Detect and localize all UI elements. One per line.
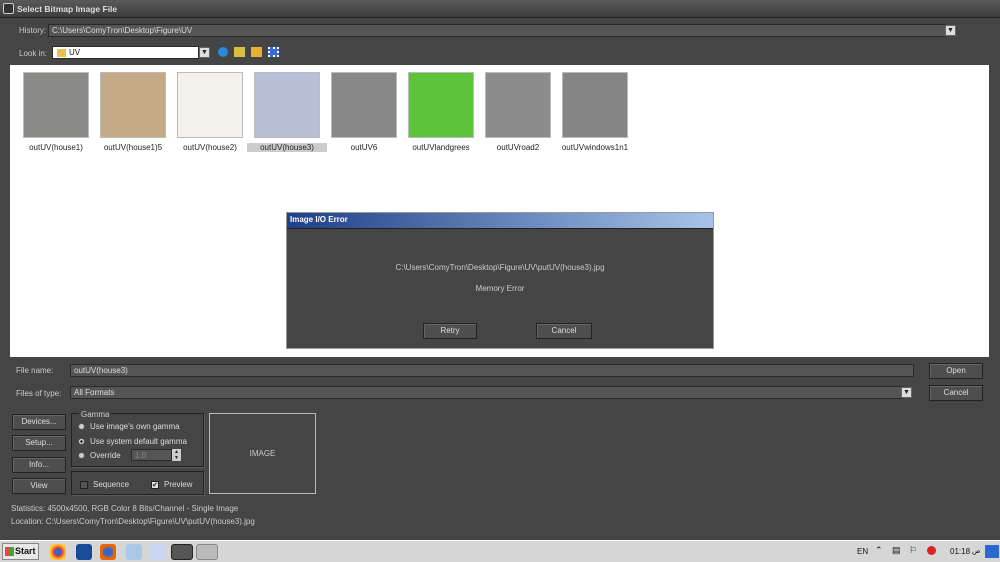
file-thumbnail[interactable] bbox=[254, 72, 320, 138]
preview-checkbox[interactable]: ✔ Preview bbox=[151, 480, 192, 489]
start-label: Start bbox=[15, 546, 36, 556]
retry-button[interactable]: Retry bbox=[423, 323, 477, 339]
file-thumbnail[interactable] bbox=[485, 72, 551, 138]
app-taskbar-icon[interactable] bbox=[196, 544, 218, 560]
taskbar: Start EN ⌃ ▤ ⚐ 01:18 ص bbox=[0, 540, 1000, 562]
back-icon[interactable] bbox=[218, 47, 228, 57]
notes-icon[interactable] bbox=[126, 544, 142, 560]
calculator-icon[interactable] bbox=[150, 544, 166, 560]
filetype-label: Files of type: bbox=[16, 389, 62, 398]
file-thumbnail[interactable] bbox=[408, 72, 474, 138]
gamma-override-input[interactable]: 1.0 bbox=[131, 449, 172, 461]
firefox-icon[interactable] bbox=[100, 544, 116, 560]
file-name-label[interactable]: outUV(house1) bbox=[16, 143, 96, 152]
chrome-icon[interactable] bbox=[50, 544, 66, 560]
error-path: C:\Users\ComyTron\Desktop\Figure\UV\putU… bbox=[395, 263, 605, 272]
error-dialog: Image I/O Error C:\Users\ComyTron\Deskto… bbox=[286, 212, 714, 349]
show-desktop-button[interactable] bbox=[985, 545, 999, 558]
history-field[interactable]: C:\Users\ComyTron\Desktop\Figure\UV bbox=[48, 24, 946, 37]
setup-button[interactable]: Setup... bbox=[12, 435, 66, 451]
new-folder-icon[interactable] bbox=[251, 47, 262, 57]
file-name-label[interactable]: outUV(house3) bbox=[247, 143, 327, 152]
windows-logo-icon bbox=[5, 547, 14, 556]
gamma-title: Gamma bbox=[79, 410, 112, 419]
cancel-button[interactable]: Cancel bbox=[929, 385, 983, 401]
file-name-label[interactable]: outUVroad2 bbox=[478, 143, 558, 152]
gamma-spinner[interactable]: ▲ ▼ bbox=[172, 449, 181, 461]
gamma-system-radio[interactable]: Use system default gamma bbox=[78, 437, 187, 446]
open-button[interactable]: Open bbox=[929, 363, 983, 379]
sequence-label: Sequence bbox=[93, 480, 130, 489]
start-button[interactable]: Start bbox=[2, 543, 39, 560]
file-thumbnail[interactable] bbox=[562, 72, 628, 138]
file-name-label[interactable]: outUVlandgrees bbox=[401, 143, 481, 152]
network-icon[interactable]: ▤ bbox=[892, 545, 901, 556]
filetype-select[interactable]: All Formats bbox=[70, 386, 902, 399]
history-dropdown-button[interactable]: ▼ bbox=[945, 25, 956, 36]
file-thumbnail[interactable] bbox=[100, 72, 166, 138]
file-thumbnail[interactable] bbox=[331, 72, 397, 138]
history-label: History: bbox=[19, 26, 47, 35]
gamma-own-radio[interactable]: Use image's own gamma bbox=[78, 422, 180, 431]
location-text: Location: C:\Users\ComyTron\Desktop\Figu… bbox=[11, 517, 255, 526]
show-hidden-icons[interactable]: ⌃ bbox=[875, 545, 883, 556]
view-menu-icon[interactable] bbox=[268, 47, 279, 57]
clock-time[interactable]: 01:18 bbox=[950, 547, 970, 556]
file-thumbnail[interactable] bbox=[23, 72, 89, 138]
3dsmax-taskbar-icon[interactable] bbox=[171, 544, 193, 560]
error-message: Memory Error bbox=[475, 284, 525, 293]
devices-button[interactable]: Devices... bbox=[12, 414, 66, 430]
title-bar: Select Bitmap Image File bbox=[0, 0, 1000, 18]
gamma-group: Gamma Use image's own gamma Use system d… bbox=[71, 410, 204, 467]
app-icon bbox=[3, 3, 14, 14]
filename-field[interactable]: outUV(house3) bbox=[70, 364, 914, 377]
flag-icon[interactable]: ⚐ bbox=[909, 545, 917, 556]
up-folder-icon[interactable] bbox=[234, 47, 245, 57]
lookin-field[interactable]: UV bbox=[52, 46, 199, 59]
lookin-dropdown-button[interactable]: ▼ bbox=[199, 47, 210, 58]
lookin-value: UV bbox=[69, 48, 81, 57]
sequence-group: Sequence ✔ Preview bbox=[71, 471, 204, 495]
gamma-own-label: Use image's own gamma bbox=[90, 422, 180, 431]
info-button[interactable]: Info... bbox=[12, 457, 66, 473]
volume-muted-icon[interactable] bbox=[927, 546, 936, 555]
filetype-dropdown-button[interactable]: ▼ bbox=[901, 387, 912, 398]
preview-label: Preview bbox=[164, 480, 193, 489]
folder-icon bbox=[57, 49, 66, 57]
image-preview: IMAGE bbox=[209, 413, 316, 494]
filename-label: File name: bbox=[16, 366, 54, 375]
statistics-text: Statistics: 4500x4500, RGB Color 8 Bits/… bbox=[11, 504, 239, 513]
gamma-override-radio[interactable]: Override bbox=[78, 451, 121, 460]
language-indicator[interactable]: EN bbox=[857, 547, 868, 556]
photoshop-icon[interactable] bbox=[76, 544, 92, 560]
sequence-checkbox[interactable]: Sequence bbox=[80, 480, 129, 489]
file-name-label[interactable]: outUV6 bbox=[324, 143, 404, 152]
gamma-system-label: Use system default gamma bbox=[90, 437, 187, 446]
gamma-override-label: Override bbox=[90, 451, 121, 460]
error-dialog-title: Image I/O Error bbox=[287, 213, 713, 228]
file-name-label[interactable]: outUV(house1)5 bbox=[93, 143, 173, 152]
file-name-label[interactable]: outUVwindows1n1 bbox=[555, 143, 635, 152]
lookin-label: Look in: bbox=[19, 49, 48, 58]
clock-ampm: ص bbox=[972, 548, 981, 555]
dialog-cancel-button[interactable]: Cancel bbox=[536, 323, 592, 339]
window-title: Select Bitmap Image File bbox=[17, 4, 118, 14]
view-button[interactable]: View bbox=[12, 478, 66, 494]
file-thumbnail[interactable] bbox=[177, 72, 243, 138]
file-name-label[interactable]: outUV(house2) bbox=[170, 143, 250, 152]
